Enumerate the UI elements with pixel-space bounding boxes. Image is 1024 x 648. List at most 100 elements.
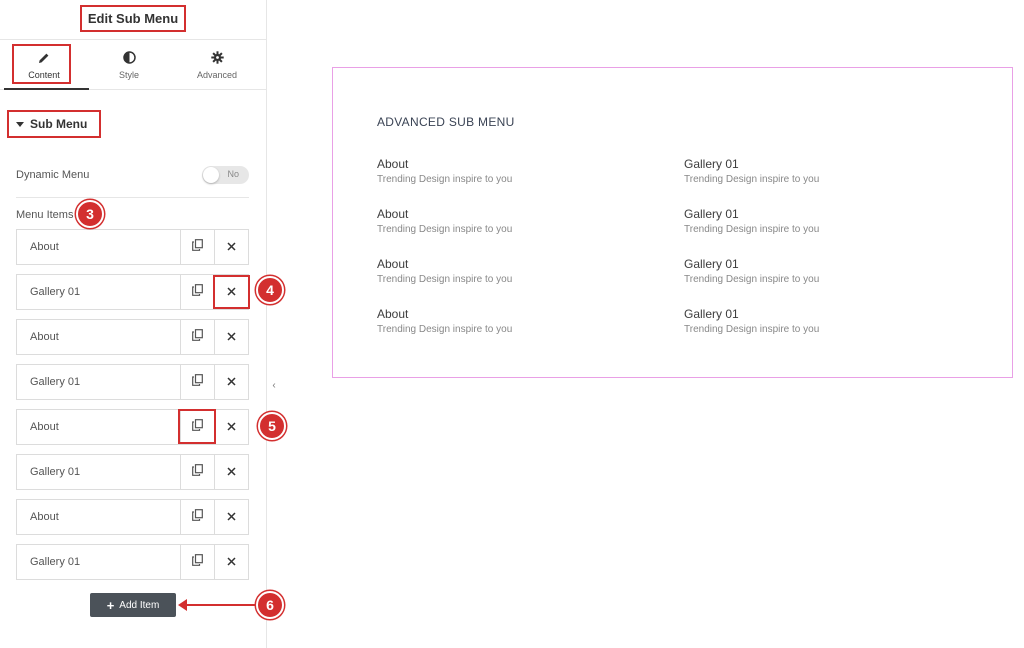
preview-item[interactable]: About Trending Design inspire to you	[377, 307, 627, 335]
menu-item-label: Gallery 01	[30, 556, 81, 568]
preview-item-subtitle: Trending Design inspire to you	[684, 274, 820, 285]
divider	[16, 197, 249, 198]
preview-item[interactable]: Gallery 01 Trending Design inspire to yo…	[684, 307, 934, 335]
add-item-button[interactable]: + Add Item	[90, 593, 176, 617]
duplicate-button[interactable]	[180, 365, 214, 399]
menu-item[interactable]: About	[16, 319, 249, 355]
duplicate-button[interactable]	[180, 455, 214, 489]
tab-advanced[interactable]: Advanced	[173, 40, 261, 90]
remove-button[interactable]	[214, 275, 248, 309]
preview-item-subtitle: Trending Design inspire to you	[684, 224, 820, 235]
menu-item[interactable]: Gallery 01	[16, 274, 249, 310]
tab-advanced-label: Advanced	[196, 69, 238, 80]
preview-item-title: Gallery 01	[684, 157, 739, 171]
remove-button[interactable]	[214, 545, 248, 579]
active-tab-indicator	[4, 88, 89, 90]
panel-title: Edit Sub Menu	[80, 5, 186, 32]
close-icon	[227, 328, 236, 346]
remove-button[interactable]	[214, 500, 248, 534]
menu-item[interactable]: About	[16, 229, 249, 265]
preview-item[interactable]: Gallery 01 Trending Design inspire to yo…	[684, 157, 934, 185]
preview-item[interactable]: About Trending Design inspire to you	[377, 157, 627, 185]
editor-panel: Edit Sub Menu Content Style Advanced Sub…	[0, 0, 267, 648]
menu-item-label: Gallery 01	[30, 286, 81, 298]
copy-icon	[192, 283, 203, 301]
preview-item-subtitle: Trending Design inspire to you	[377, 324, 513, 335]
menu-item[interactable]: About	[16, 409, 249, 445]
callout-badge-3: 3	[76, 200, 104, 228]
duplicate-button[interactable]	[180, 410, 214, 444]
copy-icon	[192, 238, 203, 256]
remove-button[interactable]	[214, 410, 248, 444]
menu-item-label: Gallery 01	[30, 376, 81, 388]
callout-arrow	[186, 604, 256, 606]
callout-badge-6: 6	[256, 591, 284, 619]
preview-item-title: About	[377, 207, 409, 221]
sub-menu-preview: ADVANCED SUB MENU About Trending Design …	[332, 67, 1013, 378]
preview-item-title: About	[377, 257, 409, 271]
chevron-left-icon: ‹	[272, 379, 276, 391]
close-icon	[227, 418, 236, 436]
toggle-state-label: No	[227, 169, 239, 179]
arrow-head-icon	[178, 599, 187, 611]
callout-badge-5: 5	[258, 412, 286, 440]
panel-tabs: Content Style Advanced	[0, 40, 266, 90]
preview-item-title: Gallery 01	[684, 207, 739, 221]
plus-icon: +	[106, 597, 115, 613]
preview-item-title: Gallery 01	[684, 307, 739, 321]
preview-item-title: About	[377, 157, 409, 171]
duplicate-button[interactable]	[180, 275, 214, 309]
duplicate-button[interactable]	[180, 545, 214, 579]
collapse-panel-handle[interactable]: ‹	[267, 370, 281, 400]
panel-header: Edit Sub Menu	[0, 0, 266, 40]
menu-item[interactable]: Gallery 01	[16, 454, 249, 490]
preview-item-title: About	[377, 307, 409, 321]
remove-button[interactable]	[214, 365, 248, 399]
copy-icon	[192, 373, 203, 391]
dynamic-menu-label: Dynamic Menu	[16, 169, 90, 181]
menu-item[interactable]: Gallery 01	[16, 544, 249, 580]
duplicate-button[interactable]	[180, 500, 214, 534]
toggle-knob	[203, 167, 219, 183]
tab-content[interactable]: Content	[0, 40, 89, 90]
close-icon	[227, 508, 236, 526]
preview-item-title: Gallery 01	[684, 257, 739, 271]
duplicate-button[interactable]	[180, 230, 214, 264]
duplicate-button[interactable]	[180, 320, 214, 354]
remove-button[interactable]	[214, 455, 248, 489]
close-icon	[227, 553, 236, 571]
copy-icon	[192, 508, 203, 526]
half-circle-icon	[122, 51, 136, 65]
menu-item-label: Gallery 01	[30, 466, 81, 478]
add-item-label: Add Item	[119, 599, 160, 611]
tab-style[interactable]: Style	[85, 40, 173, 90]
menu-item-label: About	[30, 331, 59, 343]
remove-button[interactable]	[214, 230, 248, 264]
highlight-box	[12, 44, 71, 84]
sub-menu-section-toggle[interactable]: Sub Menu	[7, 110, 101, 138]
dynamic-menu-row: Dynamic Menu No	[16, 163, 249, 187]
gear-icon	[210, 51, 224, 65]
copy-icon	[192, 553, 203, 571]
preview-item[interactable]: About Trending Design inspire to you	[377, 207, 627, 235]
preview-item[interactable]: Gallery 01 Trending Design inspire to yo…	[684, 207, 934, 235]
dynamic-menu-toggle[interactable]: No	[202, 166, 249, 184]
remove-button[interactable]	[214, 320, 248, 354]
preview-item-subtitle: Trending Design inspire to you	[684, 324, 820, 335]
menu-item[interactable]: About	[16, 499, 249, 535]
menu-item-label: About	[30, 421, 59, 433]
tab-style-label: Style	[118, 69, 139, 80]
close-icon	[227, 373, 236, 391]
section-title: Sub Menu	[30, 117, 88, 131]
callout-badge-4: 4	[256, 276, 284, 304]
preview-item-subtitle: Trending Design inspire to you	[377, 174, 513, 185]
preview-item-subtitle: Trending Design inspire to you	[377, 274, 513, 285]
preview-item[interactable]: About Trending Design inspire to you	[377, 257, 627, 285]
preview-item[interactable]: Gallery 01 Trending Design inspire to yo…	[684, 257, 934, 285]
copy-icon	[192, 328, 203, 346]
copy-icon	[192, 418, 203, 436]
menu-item-label: About	[30, 241, 59, 253]
menu-item[interactable]: Gallery 01	[16, 364, 249, 400]
menu-items-label: Menu Items	[16, 209, 74, 221]
copy-icon	[192, 463, 203, 481]
